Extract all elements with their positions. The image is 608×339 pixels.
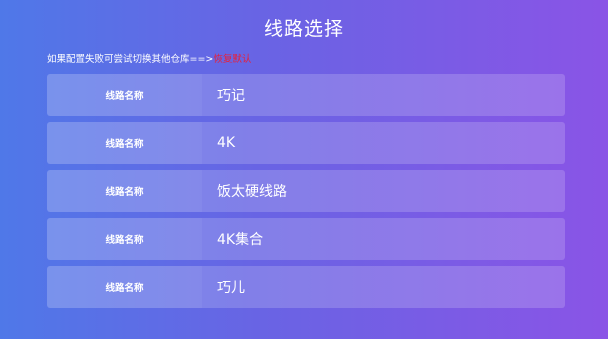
line-name-label: 线路名称 <box>47 122 202 164</box>
page-title: 线路选择 <box>263 18 344 40</box>
line-row-3[interactable]: 线路名称 饭太硬线路 <box>47 170 565 212</box>
line-value: 巧记 <box>202 74 565 116</box>
restore-default-link[interactable]: 恢复默认 <box>213 54 251 65</box>
line-name-label: 线路名称 <box>47 218 202 260</box>
hint-text: 如果配置失败可尝试切换其他仓库==>恢复默认 <box>47 51 251 65</box>
hint-message: 如果配置失败可尝试切换其他仓库==> <box>47 54 214 65</box>
line-name-label: 线路名称 <box>47 74 202 116</box>
line-row-2[interactable]: 线路名称 4K <box>47 122 565 164</box>
line-value: 4K <box>202 122 565 164</box>
line-name-label: 线路名称 <box>47 266 202 308</box>
line-value: 巧儿 <box>202 266 565 308</box>
line-row-4[interactable]: 线路名称 4K集合 <box>47 218 565 260</box>
line-value: 4K集合 <box>202 218 565 260</box>
line-name-label: 线路名称 <box>47 170 202 212</box>
line-row-1[interactable]: 线路名称 巧记 <box>47 74 565 116</box>
line-value: 饭太硬线路 <box>202 170 565 212</box>
line-row-5[interactable]: 线路名称 巧儿 <box>47 266 565 308</box>
line-list: 线路名称 巧记 线路名称 4K 线路名称 饭太硬线路 线路名称 4K集合 线路名… <box>47 74 565 314</box>
